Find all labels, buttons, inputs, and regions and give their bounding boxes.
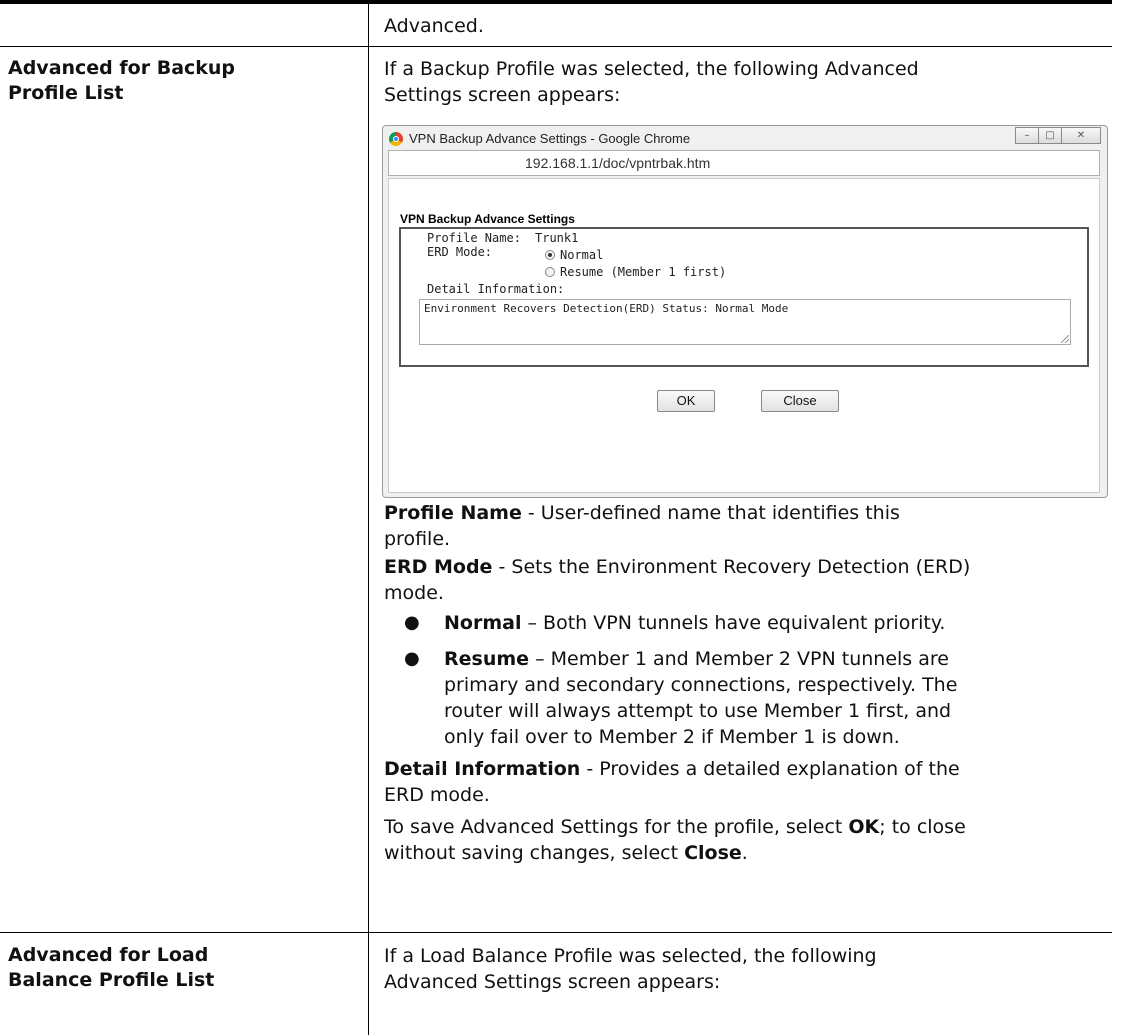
detail-information-value: Environment Recovers Detection(ERD) Stat…	[424, 302, 789, 315]
backup-intro-line2: Settings screen appears:	[384, 84, 621, 106]
loadbalance-intro-line2: Advanced Settings screen appears:	[384, 971, 721, 993]
window-titlebar: VPN Backup Advance Settings - Google Chr…	[389, 129, 690, 149]
page-content: VPN Backup Advance Settings Profile Name…	[388, 178, 1100, 493]
erd-option-normal-label: Normal	[560, 248, 604, 262]
erd-option-resume[interactable]: Resume (Member 1 first)	[545, 265, 726, 279]
desc-text: – Both VPN tunnels have equivalent prior…	[521, 612, 946, 634]
table-row-divider	[0, 46, 1112, 47]
erd-mode-label: ERD Mode:	[427, 245, 493, 259]
save-note-line1: To save Advanced Settings for the profil…	[384, 814, 1104, 840]
erd-mode-desc-line2: mode.	[384, 582, 444, 604]
radio-unselected-icon[interactable]	[545, 267, 555, 277]
table-row-divider	[0, 932, 1112, 933]
window-controls: – □ ✕	[1015, 127, 1101, 144]
desc-text: - User-defined name that identifies this	[521, 502, 900, 524]
window-title: VPN Backup Advance Settings - Google Chr…	[409, 131, 691, 146]
erd-option-normal[interactable]: Normal	[545, 248, 603, 262]
profile-name-value: Trunk1	[535, 231, 579, 245]
resize-handle-icon[interactable]	[1061, 335, 1069, 343]
table-column-divider	[368, 4, 369, 1035]
detail-info-desc-line2: ERD mode.	[384, 784, 490, 806]
browser-window: VPN Backup Advance Settings - Google Chr…	[382, 125, 1108, 498]
close-button[interactable]: Close	[761, 390, 839, 412]
note-text: ; to close	[879, 816, 966, 838]
note-text: without saving changes, select	[384, 842, 685, 864]
bullet-resume-line3: router will always attempt to use Member…	[444, 700, 952, 722]
erd-option-resume-label: Resume (Member 1 first)	[560, 265, 727, 279]
address-bar[interactable]: 192.168.1.1/doc/vpntrbak.htm	[388, 150, 1100, 176]
minimize-button[interactable]: –	[1015, 127, 1039, 144]
detail-information-textarea[interactable]: Environment Recovers Detection(ERD) Stat…	[419, 299, 1071, 345]
bullet-normal: Normal – Both VPN tunnels have equivalen…	[444, 610, 1104, 636]
detail-info-desc-line1: Detail Information - Provides a detailed…	[384, 756, 1104, 782]
bullet-resume-line4: only fail over to Member 2 if Member 1 i…	[444, 726, 900, 748]
bullet-icon: ●	[404, 612, 420, 633]
row-label-backup-line1: Advanced for Backup	[8, 57, 236, 79]
erd-mode-desc-line1: ERD Mode - Sets the Environment Recovery…	[384, 554, 1104, 580]
note-text: To save Advanced Settings for the profil…	[384, 816, 849, 838]
term: Profile Name	[384, 502, 522, 524]
term: ERD Mode	[384, 556, 493, 578]
settings-panel: Profile Name: Trunk1 ERD Mode: Normal Re…	[399, 227, 1089, 367]
term: Normal	[444, 612, 522, 634]
profile-name-label: Profile Name:	[427, 231, 521, 245]
desc-text: – Member 1 and Member 2 VPN tunnels are	[529, 648, 949, 670]
note-close: Close	[684, 842, 742, 864]
bullet-icon: ●	[404, 648, 420, 669]
close-window-button[interactable]: ✕	[1061, 127, 1101, 144]
note-ok: OK	[848, 816, 880, 838]
ok-button[interactable]: OK	[657, 390, 715, 412]
maximize-button[interactable]: □	[1038, 127, 1062, 144]
row-label-backup-line2: Profile List	[8, 82, 124, 104]
loadbalance-intro-line1: If a Load Balance Profile was selected, …	[384, 945, 877, 967]
row-label-loadbalance-line2: Balance Profile List	[8, 969, 215, 991]
radio-selected-icon[interactable]	[545, 250, 555, 260]
save-note-line2: without saving changes, select Close.	[384, 840, 1104, 866]
term: Detail Information	[384, 758, 581, 780]
desc-text: - Sets the Environment Recovery Detectio…	[492, 556, 971, 578]
term: Resume	[444, 648, 530, 670]
desc-text: - Provides a detailed explanation of the	[580, 758, 960, 780]
backup-intro-line1: If a Backup Profile was selected, the fo…	[384, 58, 919, 80]
row-continuation-text: Advanced.	[384, 15, 484, 37]
chrome-icon	[389, 132, 403, 146]
table-top-border	[0, 0, 1112, 4]
bullet-resume-line1: Resume – Member 1 and Member 2 VPN tunne…	[444, 646, 1104, 672]
profile-name-desc-line1: Profile Name - User-defined name that id…	[384, 500, 1104, 526]
note-text: .	[741, 842, 748, 864]
bullet-resume-line2: primary and secondary connections, respe…	[444, 674, 958, 696]
row-label-loadbalance-line1: Advanced for Load	[8, 944, 209, 966]
detail-information-label: Detail Information:	[427, 282, 565, 296]
profile-name-desc-line2: profile.	[384, 528, 451, 550]
dialog-title: VPN Backup Advance Settings	[400, 212, 575, 226]
